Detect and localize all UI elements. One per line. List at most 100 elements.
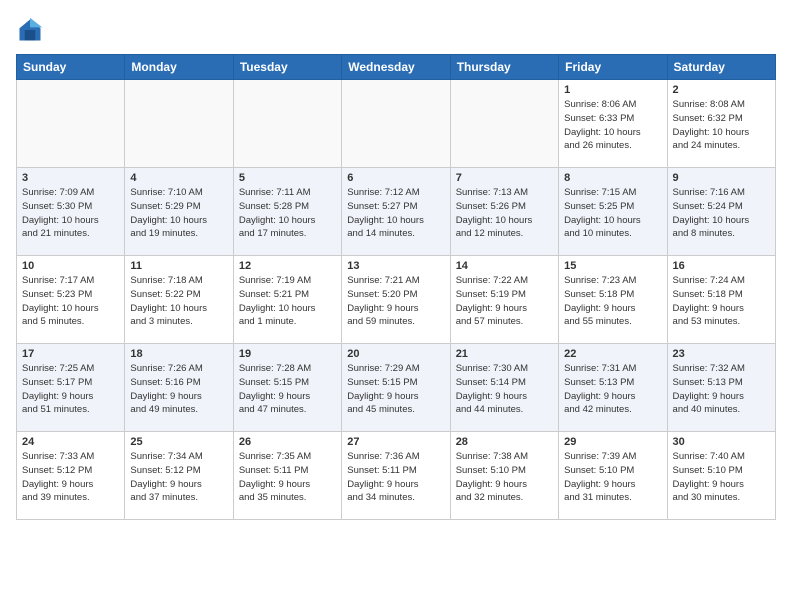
calendar-cell: 9 Sunrise: 7:16 AM Sunset: 5:24 PM Daylig… <box>667 168 775 256</box>
day-info: Sunrise: 7:26 AM Sunset: 5:16 PM Dayligh… <box>130 362 227 417</box>
day-info: Sunrise: 7:36 AM Sunset: 5:11 PM Dayligh… <box>347 450 444 505</box>
calendar-cell: 7 Sunrise: 7:13 AM Sunset: 5:26 PM Daylig… <box>450 168 558 256</box>
day-info: Sunrise: 7:38 AM Sunset: 5:10 PM Dayligh… <box>456 450 553 505</box>
day-info: Sunrise: 7:16 AM Sunset: 5:24 PM Dayligh… <box>673 186 770 241</box>
calendar-cell: 13 Sunrise: 7:21 AM Sunset: 5:20 PM Dayli… <box>342 256 450 344</box>
day-number: 26 <box>239 436 336 448</box>
calendar-cell <box>17 80 125 168</box>
calendar-cell: 20Sunrise: 7:29 AM Sunset: 5:15 PM Dayli… <box>342 344 450 432</box>
day-number: 6 <box>347 172 444 184</box>
calendar-cell: 4Sunrise: 7:10 AM Sunset: 5:29 PM Daylig… <box>125 168 233 256</box>
calendar-cell: 2 Sunrise: 8:08 AM Sunset: 6:32 PM Daylig… <box>667 80 775 168</box>
weekday-header-monday: Monday <box>125 55 233 80</box>
day-info: Sunrise: 8:08 AM Sunset: 6:32 PM Dayligh… <box>673 98 770 153</box>
calendar-cell: 11 Sunrise: 7:18 AM Sunset: 5:22 PM Dayli… <box>125 256 233 344</box>
day-info: Sunrise: 7:39 AM Sunset: 5:10 PM Dayligh… <box>564 450 661 505</box>
day-number: 22 <box>564 348 661 360</box>
day-info: Sunrise: 7:33 AM Sunset: 5:12 PM Dayligh… <box>22 450 119 505</box>
weekday-header-thursday: Thursday <box>450 55 558 80</box>
calendar-cell <box>342 80 450 168</box>
day-number: 12 <box>239 260 336 272</box>
week-row-4: 17 Sunrise: 7:25 AM Sunset: 5:17 PM Dayli… <box>17 344 776 432</box>
day-number: 11 <box>130 260 227 272</box>
day-info: Sunrise: 7:28 AM Sunset: 5:15 PM Dayligh… <box>239 362 336 417</box>
day-number: 27 <box>347 436 444 448</box>
day-number: 30 <box>673 436 770 448</box>
calendar-cell: 22Sunrise: 7:31 AM Sunset: 5:13 PM Dayli… <box>559 344 667 432</box>
day-number: 29 <box>564 436 661 448</box>
calendar-cell: 14 Sunrise: 7:22 AM Sunset: 5:19 PM Dayli… <box>450 256 558 344</box>
week-row-1: 1 Sunrise: 8:06 AM Sunset: 6:33 PM Daylig… <box>17 80 776 168</box>
day-number: 9 <box>673 172 770 184</box>
week-row-3: 10Sunrise: 7:17 AM Sunset: 5:23 PM Dayli… <box>17 256 776 344</box>
day-info: Sunrise: 7:13 AM Sunset: 5:26 PM Dayligh… <box>456 186 553 241</box>
day-info: Sunrise: 7:19 AM Sunset: 5:21 PM Dayligh… <box>239 274 336 329</box>
day-info: Sunrise: 7:35 AM Sunset: 5:11 PM Dayligh… <box>239 450 336 505</box>
calendar-cell: 8 Sunrise: 7:15 AM Sunset: 5:25 PM Daylig… <box>559 168 667 256</box>
day-number: 4 <box>130 172 227 184</box>
calendar-cell: 21 Sunrise: 7:30 AM Sunset: 5:14 PM Dayli… <box>450 344 558 432</box>
day-info: Sunrise: 7:18 AM Sunset: 5:22 PM Dayligh… <box>130 274 227 329</box>
day-number: 10 <box>22 260 119 272</box>
calendar-cell <box>125 80 233 168</box>
day-info: Sunrise: 7:25 AM Sunset: 5:17 PM Dayligh… <box>22 362 119 417</box>
day-number: 3 <box>22 172 119 184</box>
week-row-5: 24 Sunrise: 7:33 AM Sunset: 5:12 PM Dayli… <box>17 432 776 520</box>
day-number: 15 <box>564 260 661 272</box>
logo <box>16 16 48 44</box>
calendar-cell: 3 Sunrise: 7:09 AM Sunset: 5:30 PM Daylig… <box>17 168 125 256</box>
day-number: 13 <box>347 260 444 272</box>
day-info: Sunrise: 7:34 AM Sunset: 5:12 PM Dayligh… <box>130 450 227 505</box>
day-info: Sunrise: 7:09 AM Sunset: 5:30 PM Dayligh… <box>22 186 119 241</box>
calendar-cell: 1 Sunrise: 8:06 AM Sunset: 6:33 PM Daylig… <box>559 80 667 168</box>
calendar-cell: 12 Sunrise: 7:19 AM Sunset: 5:21 PM Dayli… <box>233 256 341 344</box>
day-number: 5 <box>239 172 336 184</box>
day-number: 24 <box>22 436 119 448</box>
day-number: 28 <box>456 436 553 448</box>
calendar-cell <box>233 80 341 168</box>
day-number: 16 <box>673 260 770 272</box>
calendar-cell: 30Sunrise: 7:40 AM Sunset: 5:10 PM Dayli… <box>667 432 775 520</box>
day-info: Sunrise: 7:29 AM Sunset: 5:15 PM Dayligh… <box>347 362 444 417</box>
calendar-table: SundayMondayTuesdayWednesdayThursdayFrid… <box>16 54 776 520</box>
calendar-cell: 19 Sunrise: 7:28 AM Sunset: 5:15 PM Dayli… <box>233 344 341 432</box>
day-number: 7 <box>456 172 553 184</box>
day-info: Sunrise: 7:12 AM Sunset: 5:27 PM Dayligh… <box>347 186 444 241</box>
day-number: 25 <box>130 436 227 448</box>
calendar-cell: 6 Sunrise: 7:12 AM Sunset: 5:27 PM Daylig… <box>342 168 450 256</box>
day-number: 14 <box>456 260 553 272</box>
day-number: 1 <box>564 84 661 96</box>
logo-icon <box>16 16 44 44</box>
weekday-header-saturday: Saturday <box>667 55 775 80</box>
day-info: Sunrise: 7:11 AM Sunset: 5:28 PM Dayligh… <box>239 186 336 241</box>
calendar-cell: 5 Sunrise: 7:11 AM Sunset: 5:28 PM Daylig… <box>233 168 341 256</box>
day-number: 19 <box>239 348 336 360</box>
day-number: 2 <box>673 84 770 96</box>
day-info: Sunrise: 7:22 AM Sunset: 5:19 PM Dayligh… <box>456 274 553 329</box>
calendar-cell: 16Sunrise: 7:24 AM Sunset: 5:18 PM Dayli… <box>667 256 775 344</box>
day-info: Sunrise: 7:30 AM Sunset: 5:14 PM Dayligh… <box>456 362 553 417</box>
calendar-cell: 17 Sunrise: 7:25 AM Sunset: 5:17 PM Dayli… <box>17 344 125 432</box>
calendar-cell: 10Sunrise: 7:17 AM Sunset: 5:23 PM Dayli… <box>17 256 125 344</box>
calendar-cell: 15 Sunrise: 7:23 AM Sunset: 5:18 PM Dayli… <box>559 256 667 344</box>
day-number: 21 <box>456 348 553 360</box>
weekday-header-friday: Friday <box>559 55 667 80</box>
calendar-cell: 24 Sunrise: 7:33 AM Sunset: 5:12 PM Dayli… <box>17 432 125 520</box>
header <box>16 16 776 44</box>
weekday-header-row: SundayMondayTuesdayWednesdayThursdayFrid… <box>17 55 776 80</box>
day-info: Sunrise: 7:21 AM Sunset: 5:20 PM Dayligh… <box>347 274 444 329</box>
calendar-cell: 23Sunrise: 7:32 AM Sunset: 5:13 PM Dayli… <box>667 344 775 432</box>
calendar-cell: 26 Sunrise: 7:35 AM Sunset: 5:11 PM Dayli… <box>233 432 341 520</box>
day-info: Sunrise: 7:32 AM Sunset: 5:13 PM Dayligh… <box>673 362 770 417</box>
calendar-cell: 29 Sunrise: 7:39 AM Sunset: 5:10 PM Dayli… <box>559 432 667 520</box>
weekday-header-sunday: Sunday <box>17 55 125 80</box>
day-number: 17 <box>22 348 119 360</box>
calendar-cell: 25 Sunrise: 7:34 AM Sunset: 5:12 PM Dayli… <box>125 432 233 520</box>
page: SundayMondayTuesdayWednesdayThursdayFrid… <box>0 0 792 532</box>
day-number: 8 <box>564 172 661 184</box>
day-info: Sunrise: 8:06 AM Sunset: 6:33 PM Dayligh… <box>564 98 661 153</box>
week-row-2: 3 Sunrise: 7:09 AM Sunset: 5:30 PM Daylig… <box>17 168 776 256</box>
calendar-cell <box>450 80 558 168</box>
day-info: Sunrise: 7:23 AM Sunset: 5:18 PM Dayligh… <box>564 274 661 329</box>
day-info: Sunrise: 7:15 AM Sunset: 5:25 PM Dayligh… <box>564 186 661 241</box>
